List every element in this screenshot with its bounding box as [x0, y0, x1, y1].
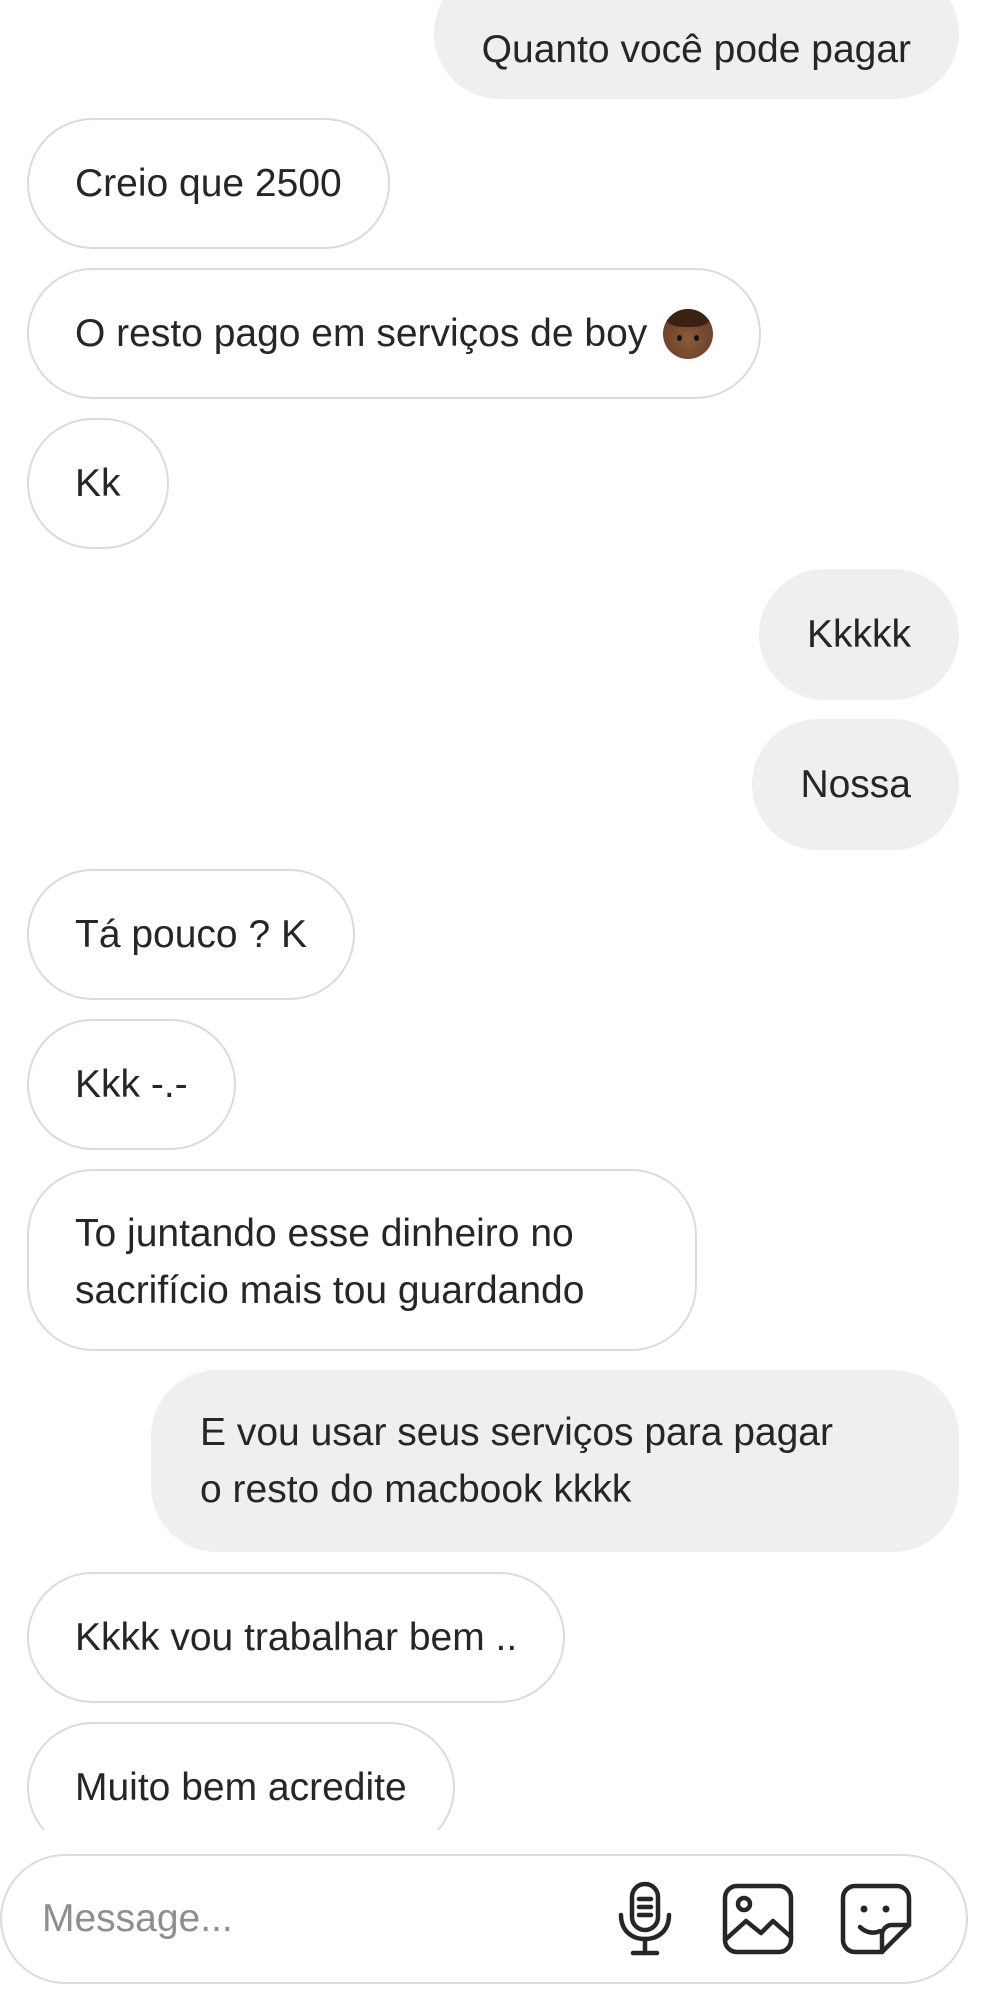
message-text: Creio que 2500 [75, 162, 342, 205]
message-text: Quanto você pode pagar [481, 28, 911, 71]
image-icon[interactable] [720, 1881, 796, 1957]
message-composer[interactable]: Message... [0, 1854, 968, 1984]
message-bubble-outgoing[interactable]: Quanto você pode pagar [433, 0, 959, 99]
message-bubble-outgoing[interactable]: Kkkkk [758, 569, 959, 700]
message-bubble-incoming[interactable]: Kkk -.- [27, 1019, 236, 1150]
message-text-line: E vou usar seus serviços para pagar [200, 1411, 833, 1454]
boy-emoji-icon [663, 308, 714, 359]
microphone-icon[interactable] [607, 1881, 683, 1957]
message-bubble-incoming[interactable]: Creio que 2500 [27, 118, 390, 249]
message-text: Nossa [800, 763, 911, 806]
message-text: O resto pago em serviços de boy [75, 312, 648, 355]
message-text: Kkk -.- [75, 1063, 188, 1106]
message-thread: Quanto você pode pagar Creio que 2500 O … [0, 0, 983, 1830]
sticker-icon[interactable] [838, 1881, 914, 1957]
message-bubble-incoming[interactable]: Kkkk vou trabalhar bem .. [27, 1572, 566, 1703]
message-bubble-incoming[interactable]: Muito bem acredite [27, 1722, 455, 1830]
message-bubble-incoming[interactable]: To juntando esse dinheiro no sacrifício … [27, 1169, 697, 1351]
message-text-line: To juntando esse dinheiro no [75, 1212, 574, 1255]
message-bubble-outgoing[interactable]: E vou usar seus serviços para pagar o re… [151, 1370, 959, 1552]
message-text-line: o resto do macbook kkkk [200, 1468, 632, 1511]
message-bubble-incoming[interactable]: Kk [27, 418, 169, 549]
message-text: Kkkk vou trabalhar bem .. [75, 1616, 518, 1659]
message-text: Muito bem acredite [75, 1766, 407, 1809]
message-text: Tá pouco ? K [75, 913, 307, 956]
message-text: Kk [75, 462, 121, 505]
message-bubble-incoming[interactable]: Tá pouco ? K [27, 869, 355, 1000]
message-text-line: sacrifício mais tou guardando [75, 1269, 585, 1312]
message-bubble-outgoing[interactable]: Nossa [752, 719, 959, 850]
message-text: Kkkkk [806, 613, 911, 656]
message-bubble-incoming[interactable]: O resto pago em serviços de boy [27, 268, 762, 399]
message-input[interactable]: Message... [42, 1897, 233, 1941]
